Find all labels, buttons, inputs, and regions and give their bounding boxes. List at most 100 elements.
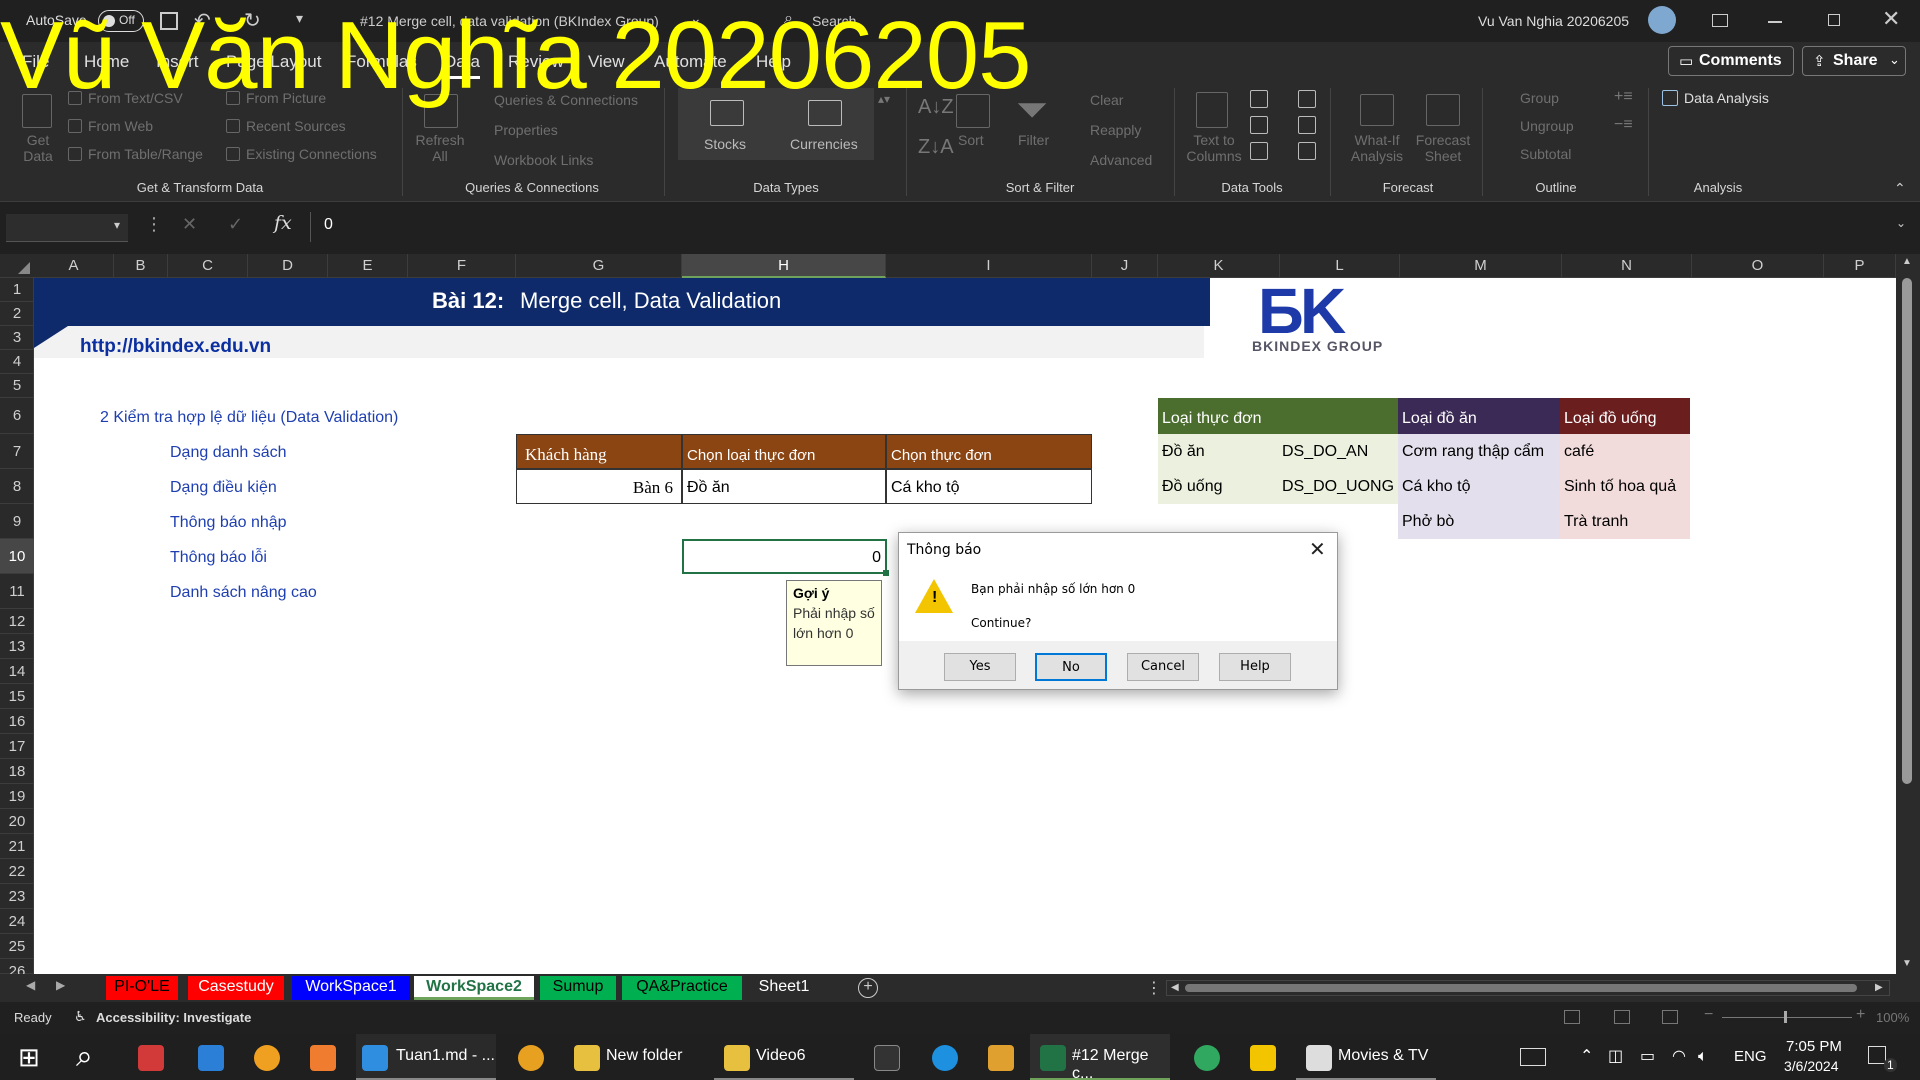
close-window-icon[interactable]: ✕ [1882,6,1900,32]
relationships-icon[interactable] [1298,116,1316,134]
col-header-p[interactable]: P [1824,254,1896,278]
menu-type-name[interactable]: Đồ ăn [1162,443,1205,461]
list-item[interactable]: Thông báo nhập [170,514,287,532]
chevron-up-icon[interactable]: ⌃ [1580,1034,1593,1080]
list-item[interactable]: Dạng danh sách [170,444,287,462]
user-name[interactable]: Vu Van Nghia 20206205 [1478,13,1629,29]
row-header[interactable]: 13 [0,634,34,659]
row-header[interactable]: 14 [0,659,34,684]
network-app-icon[interactable] [1194,1045,1220,1071]
language-indicator[interactable]: ENG [1734,1034,1767,1080]
menu-type-range[interactable]: DS_DO_AN [1282,443,1368,461]
expand-formula-icon[interactable]: ⌄ [1896,216,1906,230]
reapply-button[interactable]: Reapply [1090,122,1141,138]
app-icon[interactable] [198,1045,224,1071]
what-if-analysis-button[interactable]: What-If Analysis [1348,132,1406,164]
start-icon[interactable]: ⊞ [18,1042,40,1073]
menu-type-name[interactable]: Đồ uống [1162,478,1223,496]
data-validation-icon[interactable] [1250,142,1268,160]
fill-handle[interactable] [883,570,889,576]
cancel-entry-icon[interactable]: ✕ [182,214,197,235]
refresh-all-button[interactable]: Refresh All [414,132,466,164]
minimize-icon[interactable] [1768,21,1782,23]
menu-type-range[interactable]: DS_DO_UONG [1282,478,1394,496]
row-header[interactable]: 3 [0,326,34,350]
scroll-left-icon[interactable]: ◀ [1171,982,1179,993]
col-header-c[interactable]: C [168,254,248,278]
from-web[interactable]: From Web [88,118,153,134]
data-model-icon[interactable] [1298,142,1316,160]
tab-workspace1[interactable]: WorkSpace1 [292,976,410,1000]
avatar[interactable] [1648,6,1676,34]
tab-scroll-right-icon[interactable]: ▶ [56,978,65,992]
table-cell-menu-type[interactable]: Đồ ăn [682,469,886,504]
select-all-corner[interactable] [0,254,34,278]
text-to-columns-button[interactable]: Text to Columns [1184,132,1244,164]
food-item[interactable]: Cơm rang thập cẩm [1402,443,1544,461]
zoom-in-icon[interactable]: + [1856,1006,1865,1024]
col-header-g[interactable]: G [516,254,682,278]
tab-casestudy[interactable]: Casestudy [188,976,284,1000]
stocks-button[interactable]: Stocks [704,136,746,152]
collapse-ribbon-icon[interactable]: ⌃ [1894,180,1906,197]
app-icon[interactable] [138,1045,164,1071]
volume-icon[interactable]: 🔈︎ [1698,1034,1708,1080]
scroll-thumb[interactable] [1902,278,1912,784]
hide-detail-icon[interactable]: −≡ [1614,116,1633,134]
show-detail-icon[interactable]: +≡ [1614,88,1633,106]
row-header[interactable]: 20 [0,809,34,834]
active-cell-h10[interactable]: 0 [682,539,887,574]
col-header-k[interactable]: K [1158,254,1280,278]
properties[interactable]: Properties [494,122,558,138]
wifi-icon[interactable]: ◠ [1672,1034,1686,1080]
row-header[interactable]: 7 [0,434,34,469]
subtotal-button[interactable]: Subtotal [1520,146,1571,162]
powerbi-icon[interactable] [1250,1045,1276,1071]
page-layout-view-icon[interactable] [1614,1010,1630,1024]
h-scroll-thumb[interactable] [1185,984,1857,992]
flash-fill-icon[interactable] [1250,90,1268,108]
col-header-n[interactable]: N [1562,254,1692,278]
food-item[interactable]: Cá kho tộ [1402,478,1470,496]
row-header[interactable]: 12 [0,609,34,634]
accessibility-status[interactable]: Accessibility: Investigate [96,1010,251,1025]
chrome-icon[interactable] [518,1045,544,1071]
advanced-button[interactable]: Advanced [1090,152,1152,168]
row-header[interactable]: 2 [0,302,34,326]
dialog-close-icon[interactable]: ✕ [1309,537,1326,562]
tools-icon[interactable] [988,1045,1014,1071]
taskbar-video[interactable]: Video6 [714,1034,854,1080]
clock-date[interactable]: 3/6/2024 [1784,1058,1839,1074]
taskbar-excel[interactable]: #12 Merge c... [1030,1034,1170,1080]
no-button[interactable]: No [1035,653,1107,681]
get-data-button[interactable]: Get Data [14,132,62,164]
news-icon[interactable] [1520,1048,1546,1066]
zoom-level[interactable]: 100% [1876,1010,1909,1025]
existing-connections[interactable]: Existing Connections [246,146,377,162]
sort-za-icon[interactable]: Z↓A [918,136,954,159]
col-header-i[interactable]: I [886,254,1092,278]
forecast-sheet-button[interactable]: Forecast Sheet [1414,132,1472,164]
formula-input[interactable]: 0 [324,216,333,234]
currencies-button[interactable]: Currencies [790,136,858,152]
from-table-range[interactable]: From Table/Range [88,146,203,162]
terminal-icon[interactable] [874,1045,900,1071]
row-header[interactable]: 22 [0,859,34,884]
add-sheet-icon[interactable]: + [858,978,878,998]
search-app-icon[interactable] [254,1045,280,1071]
list-item[interactable]: Thông báo lỗi [170,549,267,567]
page-break-view-icon[interactable] [1662,1010,1678,1024]
row-header[interactable]: 15 [0,684,34,709]
col-header-d[interactable]: D [248,254,328,278]
cancel-button[interactable]: Cancel [1127,653,1199,681]
table-cell-menu-item[interactable]: Cá kho tộ [886,469,1092,504]
col-header-h[interactable]: H [682,254,886,278]
col-header-m[interactable]: M [1400,254,1562,278]
col-header-a[interactable]: A [34,254,114,278]
filter-button[interactable]: Filter [1018,132,1049,148]
row-header[interactable]: 4 [0,350,34,374]
row-header[interactable]: 8 [0,469,34,504]
table-cell-customer[interactable]: Bàn 6 [516,469,682,504]
restore-icon[interactable] [1828,14,1840,26]
food-item[interactable]: Phở bò [1402,513,1454,531]
